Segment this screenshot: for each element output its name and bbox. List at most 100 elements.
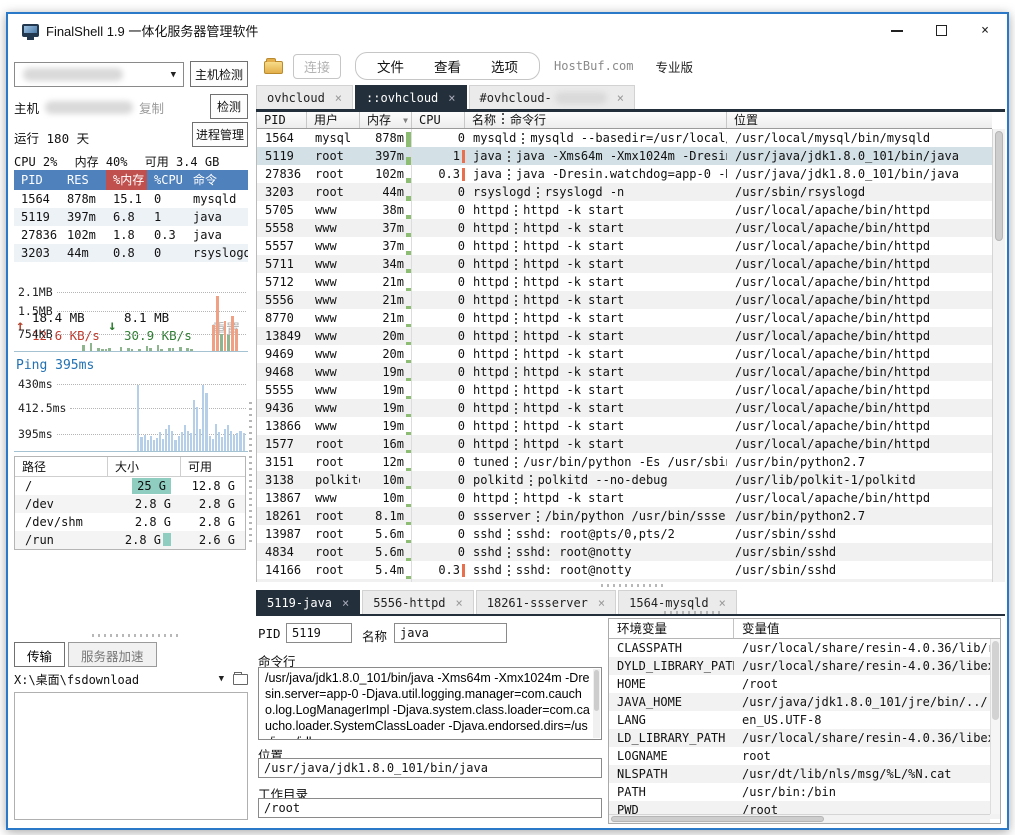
env-column-环境变量[interactable]: 环境变量 xyxy=(609,619,734,638)
env-row[interactable]: PATH/usr/bin:/bin xyxy=(609,783,1000,801)
disk-column-可用[interactable]: 可用 xyxy=(181,457,245,477)
scrollbar-thumb[interactable] xyxy=(992,641,999,720)
name-field[interactable]: java xyxy=(394,623,507,643)
transfer-tab-服务器加速[interactable]: 服务器加速 xyxy=(68,642,157,667)
column-header-loc[interactable]: 位置 xyxy=(727,112,992,128)
sidebar-splitter[interactable] xyxy=(249,402,252,542)
process-row[interactable]: 13866www19m0httpdhttpd -k start/usr/loca… xyxy=(257,417,992,435)
connect-button[interactable]: 连接 xyxy=(293,54,341,79)
process-row[interactable]: 5555www19m0httpdhttpd -k start/usr/local… xyxy=(257,381,992,399)
location-field[interactable]: /usr/java/jdk1.8.0_101/bin/java xyxy=(258,758,602,778)
env-row[interactable]: CLASSPATH/usr/local/share/resin-4.0.36/l… xyxy=(609,639,1000,657)
mini-column-%CPU[interactable]: %CPU xyxy=(147,170,186,190)
env-row[interactable]: HOME/root xyxy=(609,675,1000,693)
check-button[interactable]: 检测 xyxy=(210,94,248,119)
close-icon[interactable]: × xyxy=(448,91,455,105)
close-icon[interactable]: × xyxy=(335,91,342,105)
env-column-变量值[interactable]: 变量值 xyxy=(734,619,1000,638)
close-icon[interactable]: × xyxy=(456,596,463,610)
close-icon[interactable]: × xyxy=(719,596,726,610)
close-button[interactable]: × xyxy=(963,14,1007,47)
transfer-tab-传输[interactable]: 传输 xyxy=(14,642,65,667)
scrollbar-thumb[interactable] xyxy=(611,816,824,822)
folder-icon[interactable] xyxy=(264,61,283,74)
process-table-scrollbar[interactable] xyxy=(992,129,1005,582)
minimize-button[interactable] xyxy=(875,14,919,47)
mini-process-row[interactable]: 5119397m6.81java xyxy=(14,208,248,226)
session-tab[interactable]: #ovhcloud-× xyxy=(469,85,635,109)
session-tab[interactable]: ::ovhcloud× xyxy=(355,85,466,109)
transfer-list[interactable] xyxy=(14,692,248,820)
env-vscrollbar[interactable] xyxy=(990,639,1000,814)
process-row[interactable]: 1564mysql878m0mysqldmysqld --basedir=/us… xyxy=(257,129,992,147)
mini-column-PID[interactable]: PID xyxy=(14,170,60,190)
detail-tab[interactable]: 5556-httpd× xyxy=(362,590,473,614)
cmdline-field[interactable]: /usr/java/jdk1.8.0_101/bin/java -Xms64m … xyxy=(258,667,602,740)
workdir-field[interactable]: /root xyxy=(258,798,602,818)
session-tab[interactable]: ovhcloud× xyxy=(256,85,353,109)
mini-column-%内存[interactable]: %内存 xyxy=(106,170,147,190)
process-row[interactable]: 18261root8.1m0ssserver/bin/python /usr/b… xyxy=(257,507,992,525)
scrollbar-thumb[interactable] xyxy=(995,131,1003,241)
column-header-user[interactable]: 用户 xyxy=(307,112,360,128)
download-path[interactable]: X:\桌面\fsdownload xyxy=(14,671,139,688)
close-icon[interactable]: × xyxy=(342,596,349,610)
disk-row[interactable]: /25 G12.8 G xyxy=(15,477,245,495)
menu-item-查看[interactable]: 查看 xyxy=(419,55,476,77)
mini-column-RES[interactable]: RES xyxy=(60,170,106,190)
env-row[interactable]: JAVA_HOME/usr/java/jdk1.8.0_101/jre/bin/… xyxy=(609,693,1000,711)
env-row[interactable]: LD_LIBRARY_PATH/usr/local/share/resin-4.… xyxy=(609,729,1000,747)
env-row[interactable]: DYLD_LIBRARY_PATH/usr/local/share/resin-… xyxy=(609,657,1000,675)
disk-row[interactable]: /dev2.8 G2.8 G xyxy=(15,495,245,513)
mini-process-row[interactable]: 320344m0.80rsyslogd xyxy=(14,244,248,262)
host-check-button[interactable]: 主机检测 xyxy=(190,61,248,87)
column-header-name-cmd[interactable]: 名称命令行 xyxy=(465,112,727,128)
menu-item-文件[interactable]: 文件 xyxy=(362,55,419,77)
process-row[interactable]: 3151root12m0tuned/usr/bin/python -Es /us… xyxy=(257,453,992,471)
env-row[interactable]: LANGen_US.UTF-8 xyxy=(609,711,1000,729)
chevron-down-icon[interactable]: ▼ xyxy=(219,674,224,684)
splitter-handle[interactable] xyxy=(664,611,724,614)
process-row[interactable]: 9469www20m0httpdhttpd -k start/usr/local… xyxy=(257,345,992,363)
process-row[interactable]: 4834root5.6m0sshdsshd: root@notty/usr/sb… xyxy=(257,543,992,561)
process-row[interactable]: 5556www21m0httpdhttpd -k start/usr/local… xyxy=(257,291,992,309)
close-icon[interactable]: × xyxy=(617,91,624,105)
process-row[interactable]: 1577root16m0httpdhttpd -k start/usr/loca… xyxy=(257,435,992,453)
process-row[interactable]: 14166root5.4m0.3sshdsshd: root@notty/usr… xyxy=(257,561,992,579)
close-icon[interactable]: × xyxy=(598,596,605,610)
env-hscrollbar[interactable] xyxy=(609,814,990,823)
cmdline-scrollbar[interactable] xyxy=(593,669,600,738)
process-row[interactable]: 5119root397m1javajava -Xms64m -Xmx1024m … xyxy=(257,147,992,165)
column-header-pid[interactable]: PID xyxy=(257,112,307,128)
open-folder-icon[interactable] xyxy=(233,674,248,685)
disk-column-大小[interactable]: 大小 xyxy=(108,457,181,477)
disk-row[interactable]: /dev/shm2.8 G2.8 G xyxy=(15,513,245,531)
column-header-cpu[interactable]: CPU xyxy=(412,112,465,128)
process-row[interactable]: 5712www21m0httpdhttpd -k start/usr/local… xyxy=(257,273,992,291)
process-row[interactable]: 9436www19m0httpdhttpd -k start/usr/local… xyxy=(257,399,992,417)
maximize-button[interactable] xyxy=(919,14,963,47)
process-row[interactable]: 5711www34m0httpdhttpd -k start/usr/local… xyxy=(257,255,992,273)
process-row[interactable]: 5558www37m0httpdhttpd -k start/usr/local… xyxy=(257,219,992,237)
process-row[interactable]: 9468www19m0httpdhttpd -k start/usr/local… xyxy=(257,363,992,381)
env-row[interactable]: NLSPATH/usr/dt/lib/nls/msg/%L/%N.cat xyxy=(609,765,1000,783)
process-row[interactable]: 13987root5.6m0sshdsshd: root@pts/0,pts/2… xyxy=(257,525,992,543)
process-row[interactable]: 3203root44m0rsyslogdrsyslogd -n/usr/sbin… xyxy=(257,183,992,201)
process-row[interactable]: 5705www38m0httpdhttpd -k start/usr/local… xyxy=(257,201,992,219)
process-row[interactable]: 8770www21m0httpdhttpd -k start/usr/local… xyxy=(257,309,992,327)
menu-item-选项[interactable]: 选项 xyxy=(476,55,533,77)
edition-label[interactable]: 专业版 xyxy=(656,57,694,76)
disk-row[interactable]: /run2.8 G2.6 G xyxy=(15,531,245,549)
process-row[interactable]: 27836root102m0.3javajava -Dresin.watchdo… xyxy=(257,165,992,183)
host-select[interactable]: ▼ xyxy=(14,62,184,87)
detail-tab[interactable]: 5119-java× xyxy=(256,590,360,614)
env-row[interactable]: LOGNAMEroot xyxy=(609,747,1000,765)
process-row[interactable]: 3138polkitd10m0polkitdpolkitd --no-debug… xyxy=(257,471,992,489)
mini-process-row[interactable]: 1564878m15.10mysqld xyxy=(14,190,248,208)
process-manager-button[interactable]: 进程管理 xyxy=(192,122,248,147)
splitter-handle[interactable] xyxy=(92,634,182,637)
process-row[interactable]: 13849www20m0httpdhttpd -k start/usr/loca… xyxy=(257,327,992,345)
mini-process-row[interactable]: 27836102m1.80.3java xyxy=(14,226,248,244)
column-header-mem[interactable]: 内存▼ xyxy=(360,112,412,128)
splitter-handle[interactable] xyxy=(601,584,663,587)
